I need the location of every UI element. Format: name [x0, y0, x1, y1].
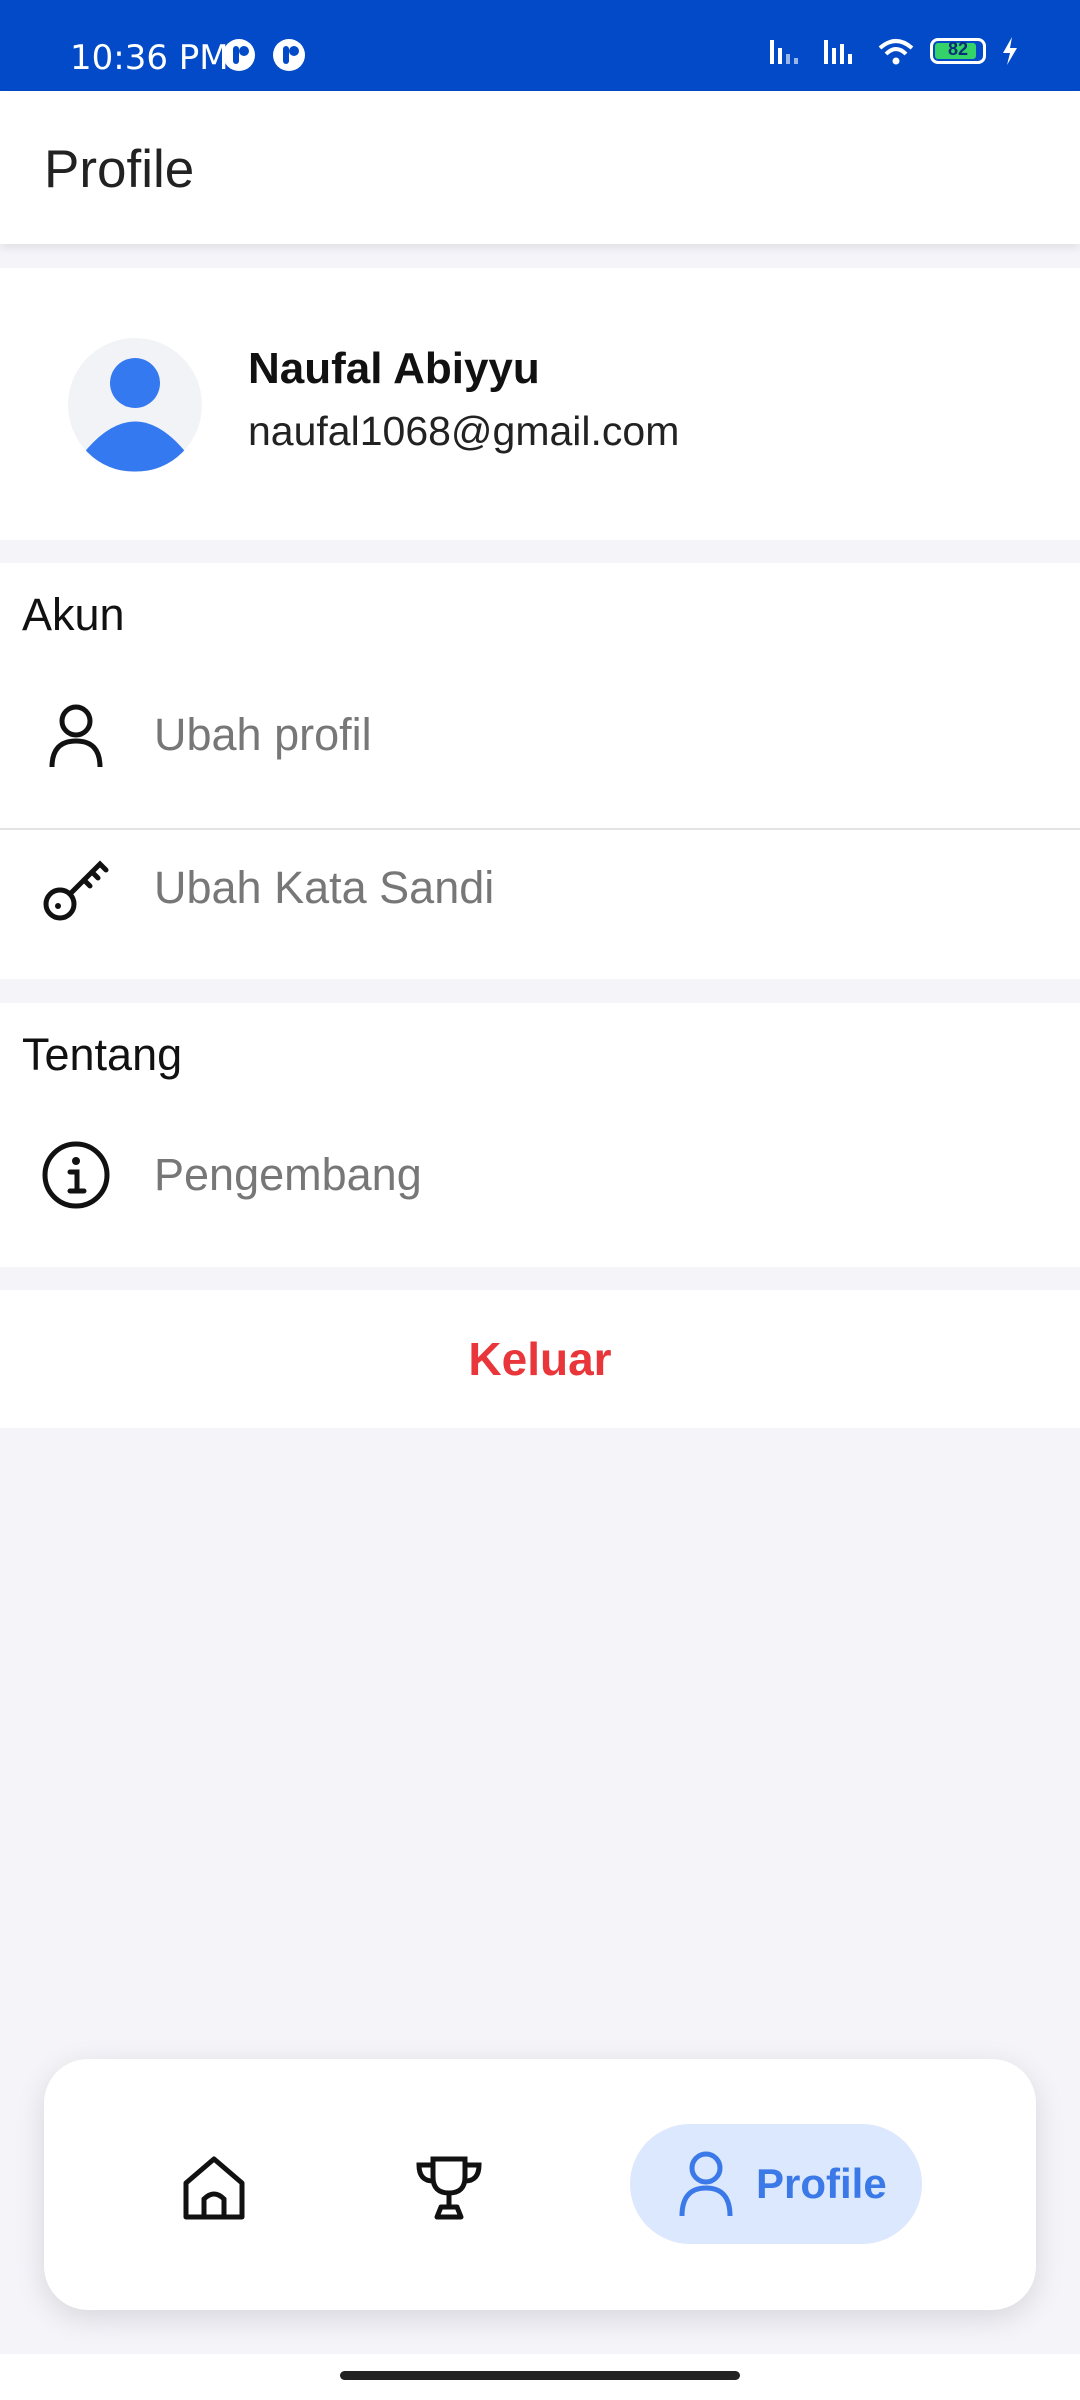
notification-app-icon	[273, 39, 305, 71]
key-icon	[43, 860, 109, 921]
avatar	[68, 338, 202, 472]
section-title-akun: Akun	[22, 589, 125, 640]
status-notification-icons	[222, 38, 306, 72]
section-tentang: Tentang Pengembang	[0, 1003, 1080, 1267]
info-icon	[42, 1141, 110, 1209]
charging-icon	[1003, 37, 1017, 65]
menu-item-label: Ubah Kata Sandi	[154, 862, 495, 913]
home-icon	[183, 2156, 245, 2220]
logout-label: Keluar	[468, 1333, 612, 1385]
menu-item-label: Ubah profil	[154, 709, 372, 760]
status-system-icons: 82	[768, 36, 1020, 66]
section-title-tentang: Tentang	[22, 1029, 183, 1080]
menu-item-change-password[interactable]: Ubah Kata Sandi	[0, 812, 1080, 962]
app-bar: Profile	[0, 91, 1080, 244]
signal-icon	[770, 40, 798, 64]
logout-button[interactable]: Keluar	[0, 1290, 1080, 1428]
wifi-icon	[878, 39, 914, 65]
trophy-icon	[416, 2156, 482, 2220]
signal-icon	[824, 40, 852, 64]
nav-leaderboard[interactable]	[409, 2147, 489, 2227]
menu-item-developer[interactable]: Pengembang	[0, 1099, 1080, 1249]
section-akun: Akun Ubah profil Ubah Kata Sandi	[0, 563, 1080, 979]
user-icon	[679, 2151, 733, 2217]
user-name: Naufal Abiyyu	[248, 344, 540, 393]
nav-profile[interactable]: Profile	[630, 2124, 922, 2244]
nav-home[interactable]	[174, 2147, 254, 2227]
page-title: Profile	[44, 140, 195, 199]
home-indicator[interactable]	[340, 2371, 740, 2380]
profile-card: Naufal Abiyyu naufal1068@gmail.com	[0, 268, 1080, 540]
notification-app-icon	[223, 39, 255, 71]
status-bar: 10:36 PM 82	[0, 0, 1080, 91]
menu-item-edit-profile[interactable]: Ubah profil	[0, 659, 1080, 809]
logout-card: Keluar	[0, 1290, 1080, 1428]
user-avatar-icon	[82, 358, 188, 472]
battery-icon: 82	[930, 38, 986, 64]
battery-level: 82	[947, 39, 969, 59]
menu-item-label: Pengembang	[154, 1149, 422, 1200]
bottom-navigation: Profile	[44, 2059, 1036, 2310]
nav-profile-label: Profile	[756, 2160, 887, 2207]
user-email: naufal1068@gmail.com	[248, 408, 680, 454]
status-time: 10:36 PM	[70, 38, 229, 78]
user-icon	[49, 704, 103, 768]
